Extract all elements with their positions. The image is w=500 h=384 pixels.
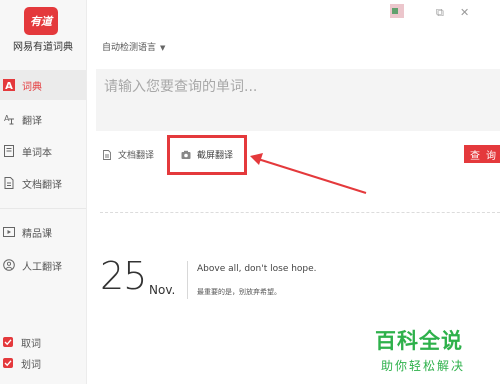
watermark-title: 百科全说 bbox=[375, 329, 463, 353]
sidebar-item-label: 精品课 bbox=[22, 228, 52, 240]
daily-divider bbox=[187, 261, 188, 299]
document-icon bbox=[103, 149, 111, 160]
checkbox-checked-icon[interactable] bbox=[3, 337, 13, 347]
sidebar-item-label: 单词本 bbox=[22, 147, 52, 159]
app-name: 网易有道词典 bbox=[13, 42, 73, 53]
section-divider bbox=[100, 212, 500, 213]
language-select[interactable]: 自动检测语言 ▼ bbox=[102, 40, 165, 53]
search-input-area[interactable] bbox=[96, 69, 500, 131]
camera-icon bbox=[181, 150, 191, 159]
daily-quote-chinese: 最重要的是，别放弃希望。 bbox=[197, 288, 281, 296]
doc-translate-button[interactable]: 文档翻译 bbox=[102, 148, 154, 161]
dict-icon: A bbox=[3, 79, 15, 91]
sidebar-item-label: 人工翻译 bbox=[22, 261, 62, 273]
daily-month: Nov. bbox=[149, 283, 176, 297]
close-window-icon[interactable]: ✕ bbox=[460, 6, 469, 19]
watermark-subtitle: 助你轻松解决 bbox=[381, 359, 466, 373]
user-avatar[interactable] bbox=[390, 4, 404, 18]
sidebar-item-label: 文档翻译 bbox=[22, 179, 62, 191]
capture-word-label: 取词 bbox=[21, 338, 41, 350]
sidebar-item-translate[interactable]: A 翻译 bbox=[0, 104, 86, 134]
course-icon bbox=[3, 226, 15, 238]
sidebar-item-dictionary[interactable]: A 词典 bbox=[0, 70, 86, 100]
app-logo: 有道 bbox=[24, 7, 58, 35]
sidebar-divider bbox=[0, 208, 86, 209]
human-translate-icon bbox=[3, 259, 15, 271]
select-word-label: 划词 bbox=[21, 359, 41, 371]
sidebar-item-wordbook[interactable]: 单词本 bbox=[0, 136, 86, 166]
screenshot-translate-button[interactable]: 截屏翻译 bbox=[181, 148, 233, 161]
search-button[interactable]: 查询 bbox=[464, 145, 500, 163]
sidebar-item-human-translate[interactable]: 人工翻译 bbox=[0, 250, 86, 280]
daily-day: 25 bbox=[100, 254, 147, 298]
sidebar: 有道 网易有道词典 A 词典 A 翻译 单词本 文档翻译 精品课 人工翻译 取词… bbox=[0, 0, 87, 384]
capture-word-toggle[interactable]: 取词 bbox=[0, 334, 41, 350]
caret-down-icon: ▼ bbox=[160, 44, 166, 52]
language-select-value: 自动检测语言 bbox=[102, 43, 157, 53]
daily-quote-english: Above all, don't lose hope. bbox=[197, 264, 317, 274]
doc-translate-label: 文档翻译 bbox=[118, 151, 155, 161]
sidebar-item-label: 词典 bbox=[22, 81, 42, 93]
select-word-toggle[interactable]: 划词 bbox=[0, 355, 41, 371]
document-icon bbox=[3, 177, 15, 189]
restore-window-icon[interactable]: ⧉ bbox=[436, 6, 444, 20]
sidebar-item-label: 翻译 bbox=[22, 115, 42, 127]
checkbox-checked-icon[interactable] bbox=[3, 358, 13, 368]
sidebar-item-doc-translate[interactable]: 文档翻译 bbox=[0, 168, 86, 198]
svg-text:A: A bbox=[5, 81, 13, 91]
translate-icon: A bbox=[3, 113, 15, 125]
search-input[interactable] bbox=[96, 70, 500, 104]
wordbook-icon bbox=[3, 145, 15, 157]
sidebar-item-courses[interactable]: 精品课 bbox=[0, 217, 86, 247]
screenshot-translate-label: 截屏翻译 bbox=[197, 151, 234, 161]
